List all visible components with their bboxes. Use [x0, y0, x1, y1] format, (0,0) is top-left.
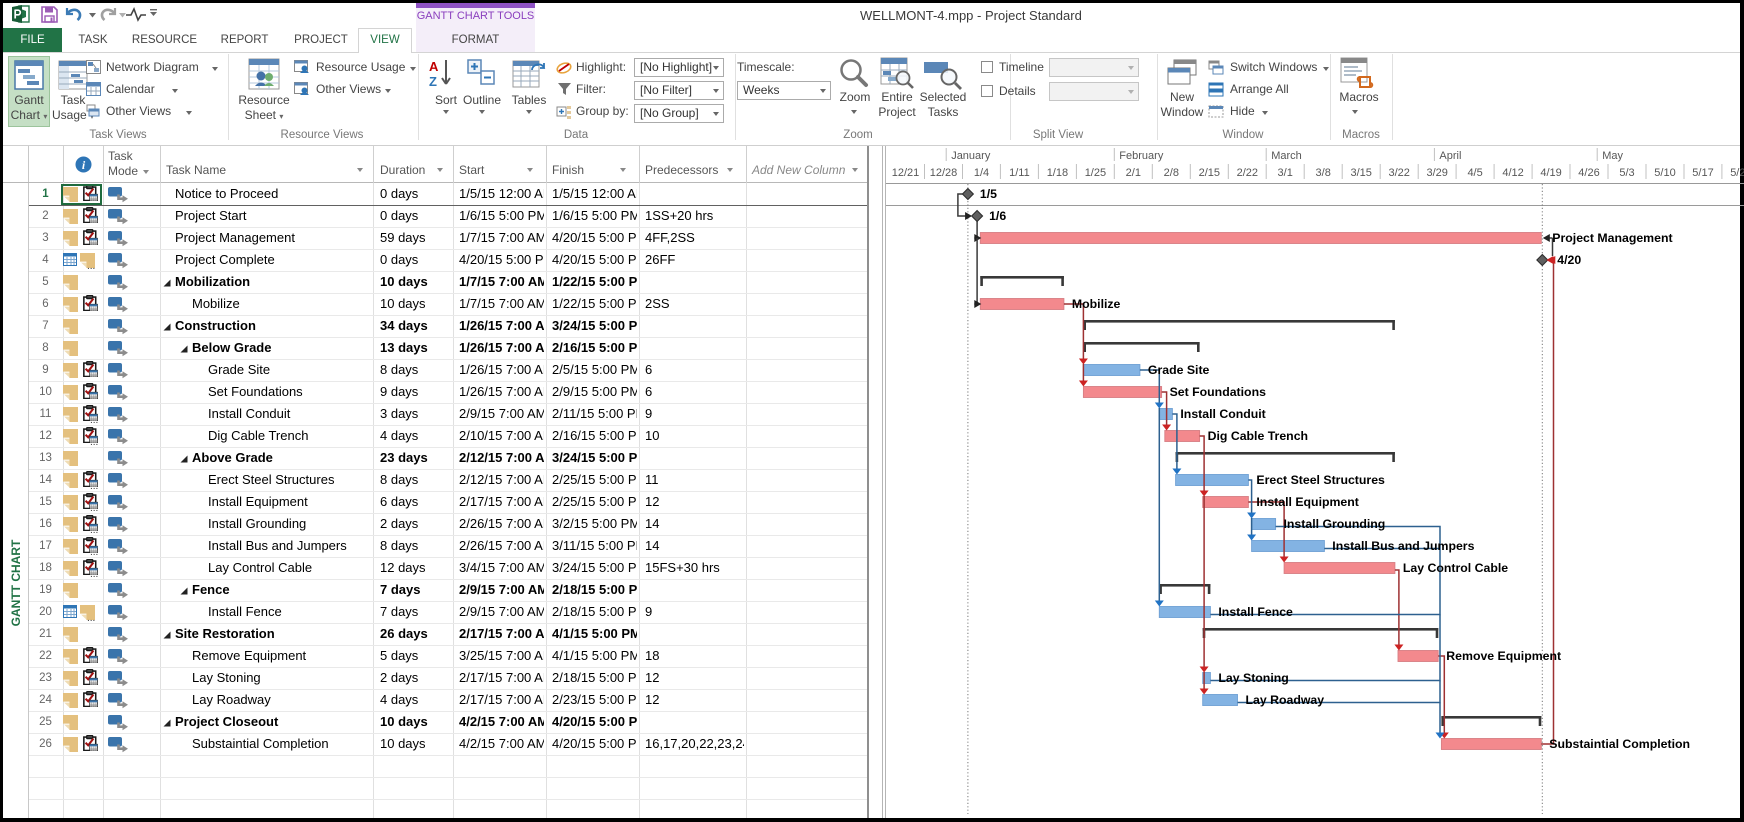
svg-text:5/10: 5/10 — [1654, 167, 1675, 179]
svg-text:2/15: 2/15 — [1199, 167, 1220, 179]
svg-text:3/1: 3/1 — [1278, 167, 1293, 179]
svg-text:Erect Steel Structures: Erect Steel Structures — [1256, 473, 1385, 487]
svg-text:Install Conduit: Install Conduit — [1180, 407, 1265, 421]
svg-text:May: May — [1602, 150, 1623, 162]
svg-text:Lay Roadway: Lay Roadway — [1246, 693, 1325, 707]
svg-text:3/29: 3/29 — [1426, 167, 1447, 179]
svg-text:1/4: 1/4 — [974, 167, 989, 179]
svg-text:4/20: 4/20 — [1557, 253, 1581, 267]
svg-text:4/26: 4/26 — [1578, 167, 1599, 179]
svg-text:5/3: 5/3 — [1619, 167, 1634, 179]
svg-text:Install Bus and Jumpers: Install Bus and Jumpers — [1332, 539, 1474, 553]
svg-text:Lay Stoning: Lay Stoning — [1218, 671, 1288, 685]
svg-text:Lay Control Cable: Lay Control Cable — [1403, 561, 1508, 575]
svg-text:Grade Site: Grade Site — [1148, 363, 1210, 377]
svg-text:4/5: 4/5 — [1467, 167, 1482, 179]
svg-text:February: February — [1119, 150, 1164, 162]
svg-text:3/15: 3/15 — [1350, 167, 1371, 179]
svg-text:Install Fence: Install Fence — [1218, 605, 1293, 619]
svg-text:A: A — [429, 59, 439, 74]
svg-text:12/28: 12/28 — [930, 167, 958, 179]
svg-text:Project Management: Project Management — [1552, 231, 1672, 245]
svg-text:4/12: 4/12 — [1502, 167, 1523, 179]
svg-text:Install Grounding: Install Grounding — [1284, 517, 1386, 531]
svg-text:Install Equipment: Install Equipment — [1256, 495, 1358, 509]
svg-text:5/17: 5/17 — [1692, 167, 1713, 179]
svg-text:Set Foundations: Set Foundations — [1170, 385, 1266, 399]
svg-text:3/22: 3/22 — [1388, 167, 1409, 179]
svg-text:2/1: 2/1 — [1126, 167, 1141, 179]
svg-text:2/22: 2/22 — [1237, 167, 1258, 179]
svg-text:3/8: 3/8 — [1316, 167, 1331, 179]
svg-text:2/8: 2/8 — [1164, 167, 1179, 179]
svg-text:4/19: 4/19 — [1540, 167, 1561, 179]
svg-text:Z: Z — [429, 74, 437, 89]
svg-text:Mobilize: Mobilize — [1072, 297, 1121, 311]
svg-text:1/5: 1/5 — [980, 187, 997, 201]
svg-text:Dig Cable Trench: Dig Cable Trench — [1208, 429, 1308, 443]
svg-text:12/21: 12/21 — [892, 167, 920, 179]
svg-text:Remove Equipment: Remove Equipment — [1446, 649, 1561, 663]
svg-text:1/6: 1/6 — [989, 209, 1006, 223]
svg-text:January: January — [951, 150, 991, 162]
svg-text:1/25: 1/25 — [1085, 167, 1106, 179]
svg-text:Substaintial Completion: Substaintial Completion — [1549, 737, 1690, 751]
svg-text:1/11: 1/11 — [1009, 167, 1030, 179]
svg-text:March: March — [1271, 150, 1302, 162]
svg-text:5/24: 5/24 — [1730, 167, 1744, 179]
svg-text:April: April — [1439, 150, 1461, 162]
svg-text:1/18: 1/18 — [1047, 167, 1068, 179]
